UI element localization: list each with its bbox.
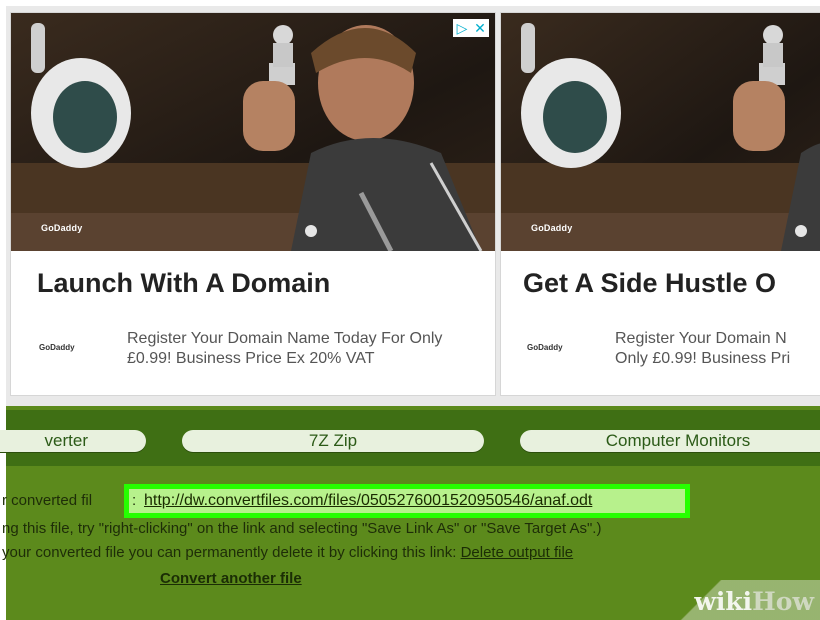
site-body: verter 7Z Zip Computer Monitors r conver… [0, 406, 820, 620]
nav-bar: verter 7Z Zip Computer Monitors [0, 410, 820, 466]
nav-item-converter[interactable]: verter [0, 430, 146, 452]
ad-description[interactable]: Register Your Domain Name Today For Only… [127, 329, 487, 369]
godaddy-logo: GoDaddy [39, 343, 75, 352]
download-label: r converted fil [2, 492, 93, 509]
ad-headline[interactable]: Launch With A Domain [37, 268, 330, 299]
convert-another-file-link[interactable]: Convert another file [160, 570, 302, 587]
ad-controls: ▷ ✕ [453, 19, 489, 37]
page: GoDaddy ▷ ✕ Launch With A Domain GoDaddy… [0, 0, 820, 620]
ad-description-line: Only £0.99! Business Pri [615, 350, 791, 367]
delete-instructions: your converted file you can permanently … [2, 544, 573, 561]
nav-item-7z-zip[interactable]: 7Z Zip [182, 430, 484, 452]
save-instructions: ng this file, try "right-clicking" on th… [2, 520, 602, 537]
godaddy-watermark: GoDaddy [531, 223, 573, 233]
colon-separator: : [132, 492, 137, 509]
delete-output-file-link[interactable]: Delete output file [461, 544, 574, 561]
wikihow-logo: wikiHow [694, 587, 814, 616]
ad-image[interactable]: GoDaddy [501, 13, 820, 251]
wikihow-logo-wiki: wiki [694, 587, 753, 616]
converted-file-link[interactable]: http://dw.convertfiles.com/files/0505276… [144, 492, 592, 510]
close-icon[interactable]: ✕ [471, 19, 489, 37]
delete-instructions-text: your converted file you can permanently … [2, 544, 461, 561]
ad-area: GoDaddy ▷ ✕ Launch With A Domain GoDaddy… [6, 6, 820, 406]
ad-description-line: Register Your Domain N [615, 330, 787, 347]
ad-card-2[interactable]: GoDaddy Get A Side Hustle O GoDaddy Regi… [500, 12, 820, 396]
nav-item-computer-monitors[interactable]: Computer Monitors [520, 430, 820, 452]
godaddy-watermark: GoDaddy [41, 223, 83, 233]
ad-description[interactable]: Register Your Domain N Only £0.99! Busin… [615, 329, 820, 369]
ad-card-1[interactable]: GoDaddy ▷ ✕ Launch With A Domain GoDaddy… [10, 12, 496, 396]
godaddy-logo: GoDaddy [527, 343, 563, 352]
ad-image[interactable]: GoDaddy ▷ ✕ [11, 13, 495, 251]
adchoices-icon[interactable]: ▷ [453, 19, 471, 37]
ad-headline[interactable]: Get A Side Hustle O [523, 268, 776, 299]
wikihow-logo-how: How [752, 587, 814, 616]
